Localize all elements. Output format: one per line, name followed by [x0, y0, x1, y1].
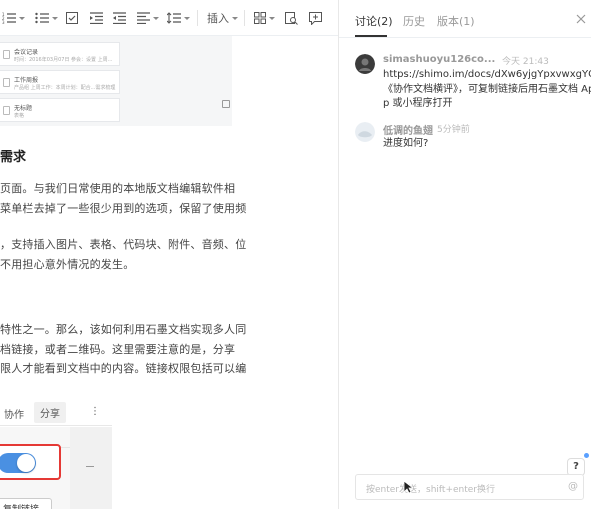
section-heading: 需求: [0, 150, 27, 165]
comment-input[interactable]: 按enter发送，shift+enter换行 @: [355, 474, 584, 500]
paragraph-line: 不用担心意外情况的发生。: [0, 258, 135, 271]
mention-icon[interactable]: @: [568, 481, 578, 492]
line-height-icon: [167, 12, 181, 24]
close-icon[interactable]: [576, 14, 586, 24]
align-button[interactable]: [137, 9, 159, 27]
file-card-title: 会议记录: [14, 49, 39, 56]
numbered-list-button[interactable]: 123: [2, 9, 25, 27]
comment-panel: 讨论(2) 历史 版本(1) simashuoyu126co... 今天 21:…: [339, 0, 591, 509]
comment-text-line: https://shimo.im/docs/dXw6yjgYpxvwxgYQ/: [383, 69, 591, 80]
indent-button[interactable]: [90, 9, 103, 27]
doc-icon: [3, 78, 10, 87]
comment-button[interactable]: [309, 9, 322, 27]
file-card: 工作周报 产品组 上周工作：本周计划：配合...需求梳理: [0, 70, 120, 94]
avatar: [355, 122, 375, 142]
paragraph-line: 特性之一。那么，该如何利用石墨文档实现多人同: [0, 323, 247, 336]
tab-history[interactable]: 历史: [403, 13, 425, 29]
avatar: [355, 54, 375, 74]
file-card-subtitle: 表格: [14, 113, 25, 119]
outdent-button[interactable]: [113, 9, 126, 27]
paragraph-line: 限人才能看到文档中的内容。链接权限包括可以编: [0, 362, 247, 375]
active-tab-indicator: [355, 35, 387, 37]
collab-tab: 协作: [4, 410, 24, 421]
panel-tabs: 讨论(2) 历史 版本(1): [339, 0, 591, 38]
link-share-toggle: [0, 453, 36, 473]
comment-author: 低调的鱼翅: [383, 126, 433, 137]
file-card: 会议记录 时间：2016年03月07日 参会：设置 上周...: [0, 42, 120, 66]
comment-icon: [309, 11, 322, 25]
numbered-list-icon: 123: [2, 12, 16, 24]
search-doc-button[interactable]: [285, 9, 298, 27]
bullet-list-icon: [35, 12, 49, 24]
tab-discussion[interactable]: 讨论(2): [355, 13, 393, 29]
editor-toolbar: 123 插入: [0, 0, 338, 36]
doc-icon: [3, 50, 10, 59]
embedded-image: 会议记录 时间：2016年03月07日 参会：设置 上周... 工作周报 产品组…: [0, 36, 232, 126]
outdent-icon: [113, 12, 126, 24]
paragraph-line: ，支持插入图片、表格、代码块、附件、音频、位: [0, 238, 247, 251]
toolbar-divider: [197, 10, 198, 26]
svg-text:3: 3: [2, 20, 5, 24]
file-card: 无标题 表格: [0, 98, 120, 122]
comment-text-line: 《协作文档横评》，可复制链接后用石墨文档 Ap: [383, 84, 591, 95]
highlight-annotation: [0, 444, 61, 480]
more-icon: ⋮: [90, 406, 100, 417]
comment-input-placeholder: 按enter发送，shift+enter换行: [366, 485, 495, 495]
share-tab: 分享: [34, 402, 66, 423]
grid-icon: [254, 12, 266, 24]
bullet-list-button[interactable]: [35, 9, 58, 27]
copy-link-button: 复制链接: [0, 498, 52, 509]
insert-menu-label: 插入: [207, 12, 229, 25]
share-panel-tabs: 协作 分享 ⋮: [0, 400, 112, 426]
open-image-icon[interactable]: [222, 100, 230, 108]
mouse-cursor-icon: [403, 480, 413, 494]
comment-text-line: p 或小程序打开: [383, 98, 453, 109]
notification-dot: [584, 453, 589, 458]
toolbar-divider: [244, 10, 245, 26]
doc-search-icon: [285, 11, 298, 25]
comment-author: simashuoyu126co...: [383, 54, 496, 65]
indent-icon: [90, 12, 103, 24]
table-button[interactable]: [254, 9, 275, 27]
comment-time: 今天 21:43: [502, 57, 549, 67]
checklist-button[interactable]: [66, 9, 78, 27]
comment-item: 低调的鱼翅 5分钟前 进度如何?: [355, 122, 585, 152]
file-card-title: 工作周报: [14, 77, 39, 84]
comment-text-line: 进度如何?: [383, 138, 429, 149]
align-left-icon: [137, 12, 150, 24]
doc-icon: [3, 106, 10, 115]
checkbox-icon: [66, 12, 78, 24]
document-body: 会议记录 时间：2016年03月07日 参会：设置 上周... 工作周报 产品组…: [0, 36, 338, 509]
file-card-subtitle: 产品组 上周工作：本周计划：配合...需求梳理: [14, 85, 116, 91]
paragraph-line: 页面。与我们日常使用的本地版文档编辑软件相: [0, 182, 236, 195]
file-card-title: 无标题: [14, 105, 33, 112]
file-card-subtitle: 时间：2016年03月07日 参会：设置 上周...: [14, 57, 113, 63]
comment-time: 5分钟前: [437, 125, 470, 135]
tab-versions[interactable]: 版本(1): [437, 13, 475, 29]
comment-item: simashuoyu126co... 今天 21:43 https://shim…: [355, 54, 591, 114]
paragraph-line: 档链接，或者二维码。这里需要注意的是，分享: [0, 343, 236, 356]
insert-menu-button[interactable]: 插入: [207, 9, 238, 27]
paragraph-line: 菜单栏去掉了一些很少用到的选项，保留了使用频: [0, 202, 247, 215]
line-height-button[interactable]: [167, 9, 190, 27]
